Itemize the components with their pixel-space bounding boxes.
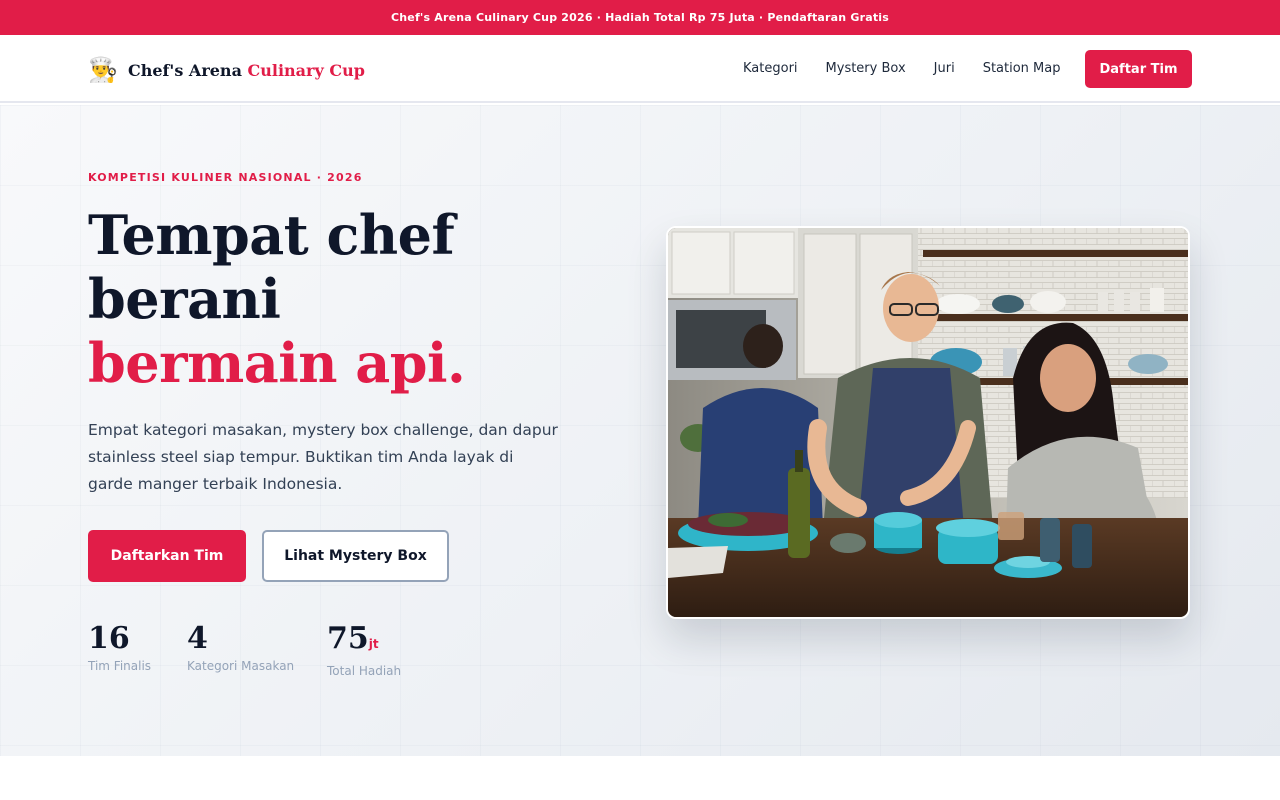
- headline-line-2: berani: [88, 267, 281, 331]
- headline-line-3: bermain api.: [88, 331, 466, 395]
- brand-name-accent: Culinary Cup: [247, 60, 365, 80]
- stat-value: 4: [187, 621, 327, 657]
- kitchen-illustration: [668, 228, 1188, 617]
- brand-name: Chef's Arena Culinary Cup: [128, 61, 365, 80]
- register-team-button[interactable]: Daftarkan Tim: [88, 530, 246, 582]
- nav-link-juri[interactable]: Juri: [934, 61, 955, 76]
- hero-section: KOMPETISI KULINER NASIONAL · 2026 Tempat…: [0, 105, 1280, 756]
- nav-link-station-map[interactable]: Station Map: [983, 61, 1061, 76]
- brand-name-main: Chef's Arena: [128, 60, 242, 80]
- stat-finalist-teams: 16 Tim Finalis: [88, 621, 187, 678]
- stat-label: Total Hadiah: [327, 664, 402, 678]
- view-mystery-box-button[interactable]: Lihat Mystery Box: [262, 530, 449, 582]
- stat-suffix: jt: [368, 637, 379, 651]
- stat-total-prize: 75jt Total Hadiah: [327, 621, 401, 678]
- main-nav: Kategori Mystery Box Juri Station Map: [743, 61, 1060, 76]
- stat-value: 16: [88, 621, 187, 657]
- hero-headline: Tempat chef berani bermain api.: [88, 203, 466, 395]
- stat-categories: 4 Kategori Masakan: [187, 621, 327, 678]
- stat-number: 75: [327, 621, 369, 656]
- stat-label: Kategori Masakan: [187, 659, 295, 673]
- hero-kitchen-photo: [666, 226, 1190, 619]
- stat-number: 4: [187, 621, 208, 656]
- hero-eyebrow: KOMPETISI KULINER NASIONAL · 2026: [88, 171, 363, 184]
- hero-description: Empat kategori masakan, mystery box chal…: [88, 421, 558, 493]
- stat-value: 75jt: [327, 621, 401, 662]
- brand-logo-link[interactable]: 👨‍🍳 Chef's Arena Culinary Cup: [88, 55, 365, 85]
- headline-line-1: Tempat chef: [88, 203, 455, 267]
- stat-label: Tim Finalis: [88, 659, 152, 673]
- stat-number: 16: [88, 621, 130, 656]
- nav-link-mystery-box[interactable]: Mystery Box: [826, 61, 906, 76]
- nav-link-kategori[interactable]: Kategori: [743, 61, 798, 76]
- site-header: 👨‍🍳 Chef's Arena Culinary Cup Kategori M…: [0, 35, 1280, 103]
- announcement-bar: Chef's Arena Culinary Cup 2026 · Hadiah …: [0, 0, 1280, 35]
- hero-stats: 16 Tim Finalis 4 Kategori Masakan 75jt T…: [88, 621, 401, 678]
- register-team-nav-button[interactable]: Daftar Tim: [1085, 50, 1192, 88]
- announcement-text: Chef's Arena Culinary Cup 2026 · Hadiah …: [390, 11, 890, 24]
- chef-emoji-icon: 👨‍🍳: [88, 56, 118, 84]
